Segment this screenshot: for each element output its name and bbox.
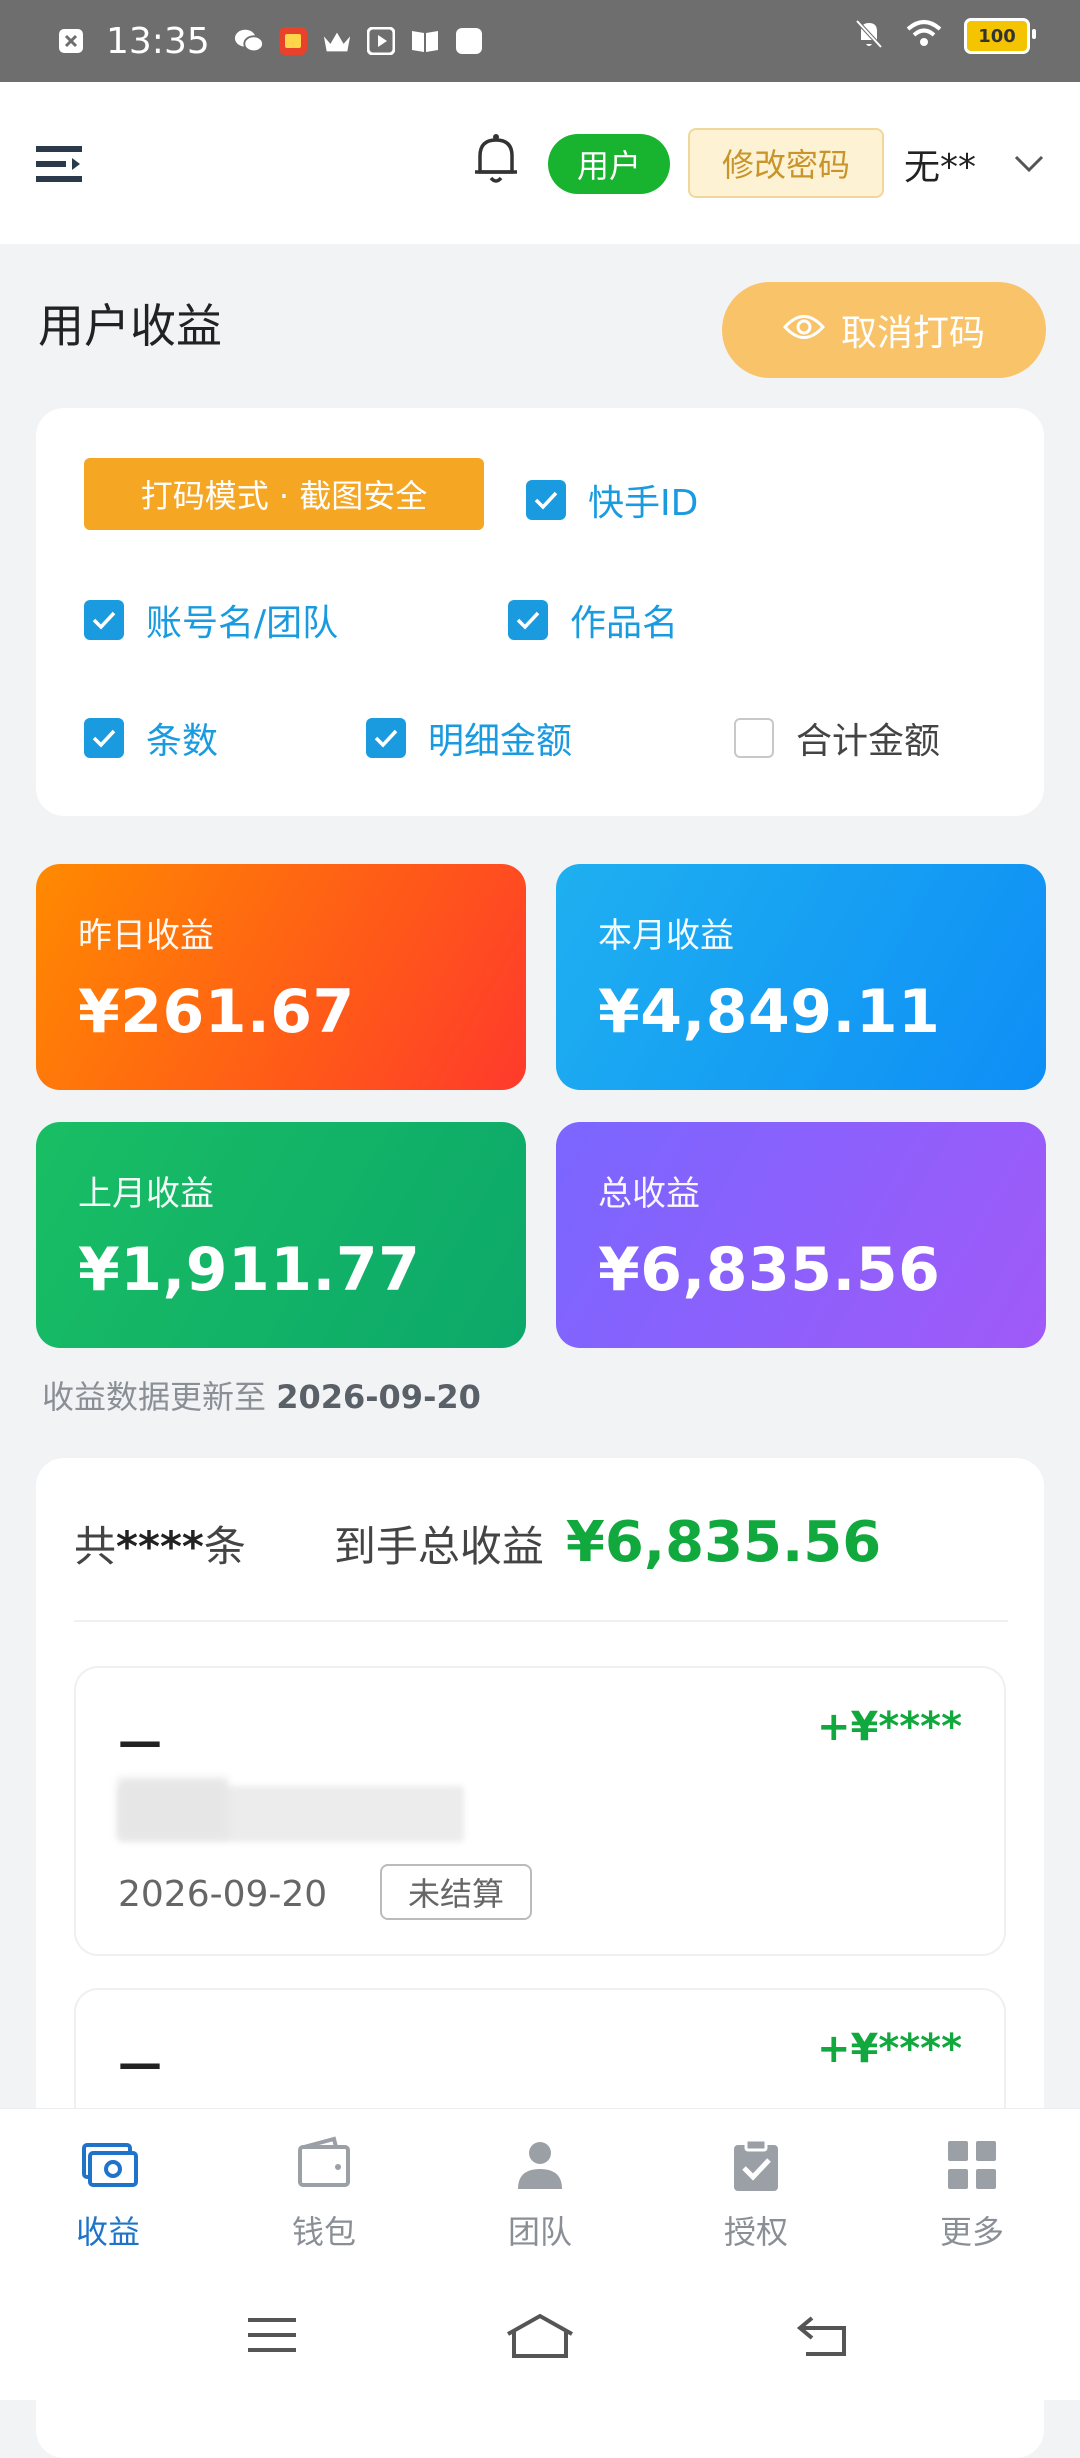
record-amount: +¥**** <box>816 2026 962 2072</box>
book-icon <box>410 26 440 56</box>
square-icon <box>454 26 484 56</box>
stat-label: 总收益 <box>598 1174 700 1214</box>
option-account-team[interactable]: 账号名/团队 <box>84 594 338 646</box>
checkbox-unchecked-icon[interactable] <box>734 718 774 758</box>
record-title: — <box>118 1716 162 1767</box>
checkbox-checked-icon[interactable] <box>84 600 124 640</box>
tab-earnings[interactable]: 收益 <box>48 2135 168 2253</box>
close-box-icon <box>56 26 86 56</box>
stat-label: 昨日收益 <box>78 916 214 956</box>
checkbox-checked-icon[interactable] <box>508 600 548 640</box>
stat-value: ¥1,911.77 <box>78 1235 421 1305</box>
system-navigation-bar <box>0 2272 1080 2400</box>
option-label: 条数 <box>146 721 219 762</box>
option-detail-amount[interactable]: 明细金额 <box>366 712 572 764</box>
option-count[interactable]: 条数 <box>84 712 218 764</box>
status-bar: 13:35 100 <box>0 0 1080 82</box>
list-item[interactable]: — +¥**** 2026-09-20 未结算 <box>74 1666 1006 1956</box>
record-count: **** <box>116 1522 204 1571</box>
more-grid-icon <box>942 2135 1002 2195</box>
count-suffix: 条 <box>203 1522 246 1571</box>
record-title: — <box>118 2038 162 2089</box>
tab-label: 钱包 <box>291 2213 356 2251</box>
option-label: 明细金额 <box>428 721 573 762</box>
recent-apps-icon[interactable] <box>244 2312 300 2362</box>
count-prefix: 共 <box>74 1522 117 1571</box>
checkbox-checked-icon[interactable] <box>526 480 566 520</box>
tab-more[interactable]: 更多 <box>912 2135 1032 2253</box>
option-total-amount[interactable]: 合计金额 <box>734 712 940 764</box>
back-icon[interactable] <box>796 2312 852 2362</box>
bell-icon[interactable] <box>470 130 522 188</box>
user-role-badge: 用户 <box>548 134 670 194</box>
tab-wallet[interactable]: 钱包 <box>264 2135 384 2253</box>
earnings-icon <box>78 2135 138 2195</box>
stat-value: ¥261.67 <box>78 977 355 1047</box>
wifi-icon <box>906 19 942 53</box>
tab-authorize[interactable]: 授权 <box>696 2135 816 2253</box>
summary-row: 共 **** 条 到手总收益 ¥6,835.56 <box>74 1510 881 1575</box>
authorize-icon <box>726 2135 786 2195</box>
cancel-mask-label: 取消打码 <box>840 313 985 354</box>
total-label: 到手总收益 <box>333 1522 544 1571</box>
menu-icon[interactable] <box>36 144 84 184</box>
checkbox-checked-icon[interactable] <box>366 718 406 758</box>
status-time: 13:35 <box>106 20 210 62</box>
divider <box>74 1620 1008 1622</box>
tab-label: 授权 <box>723 2213 788 2251</box>
total-earnings-card: 总收益 ¥6,835.56 <box>556 1122 1046 1348</box>
home-icon[interactable] <box>504 2312 576 2364</box>
record-amount: +¥**** <box>816 1704 962 1750</box>
app-icon <box>278 26 308 56</box>
status-badge: 未结算 <box>380 1864 532 1920</box>
tab-label: 更多 <box>939 2213 1004 2251</box>
wechat-icon <box>234 26 264 56</box>
battery-icon: 100 <box>964 18 1036 54</box>
wallet-icon <box>294 2135 354 2195</box>
option-label: 合计金额 <box>796 721 941 762</box>
masked-content <box>118 1778 228 1838</box>
stat-value: ¥6,835.56 <box>598 1235 941 1305</box>
mask-options-card: 打码模式 · 截图安全 快手ID 账号名/团队 作品名 条数 明细金额 合计金额 <box>36 408 1044 816</box>
record-date: 2026-09-20 <box>118 1874 328 1915</box>
mask-mode-tag: 打码模式 · 截图安全 <box>84 458 484 530</box>
option-label: 作品名 <box>570 603 679 644</box>
chevron-down-icon[interactable] <box>1012 148 1046 178</box>
yesterday-earnings-card: 昨日收益 ¥261.67 <box>36 864 526 1090</box>
option-label: 账号名/团队 <box>146 603 339 644</box>
last-month-earnings-card: 上月收益 ¥1,911.77 <box>36 1122 526 1348</box>
crown-icon <box>322 26 352 56</box>
change-password-button[interactable]: 修改密码 <box>688 128 884 198</box>
month-earnings-card: 本月收益 ¥4,849.11 <box>556 864 1046 1090</box>
update-note-prefix: 收益数据更新至 <box>42 1378 277 1416</box>
option-work-name[interactable]: 作品名 <box>508 594 678 646</box>
option-kuaishou-id[interactable]: 快手ID <box>526 474 698 526</box>
team-icon <box>510 2135 570 2195</box>
mute-bell-icon <box>854 18 884 54</box>
tab-label: 收益 <box>75 2213 140 2251</box>
play-icon <box>366 26 396 56</box>
tab-team[interactable]: 团队 <box>480 2135 600 2253</box>
update-date: 2026-09-20 <box>276 1378 481 1416</box>
app-header: 用户 修改密码 无** <box>0 82 1080 244</box>
total-value: ¥6,835.56 <box>565 1510 882 1575</box>
stat-value: ¥4,849.11 <box>598 977 941 1047</box>
checkbox-checked-icon[interactable] <box>84 718 124 758</box>
eye-icon <box>782 310 826 351</box>
stat-label: 上月收益 <box>78 1174 214 1214</box>
user-name[interactable]: 无** <box>904 138 976 190</box>
update-note: 收益数据更新至 2026-09-20 <box>42 1372 481 1418</box>
cancel-mask-button[interactable]: 取消打码 <box>722 282 1046 378</box>
bottom-tab-bar: 收益 钱包 团队 授权 更多 <box>0 2108 1080 2273</box>
page-title: 用户收益 <box>38 299 222 353</box>
stat-label: 本月收益 <box>598 916 734 956</box>
tab-label: 团队 <box>507 2213 572 2251</box>
option-label: 快手ID <box>588 483 699 524</box>
